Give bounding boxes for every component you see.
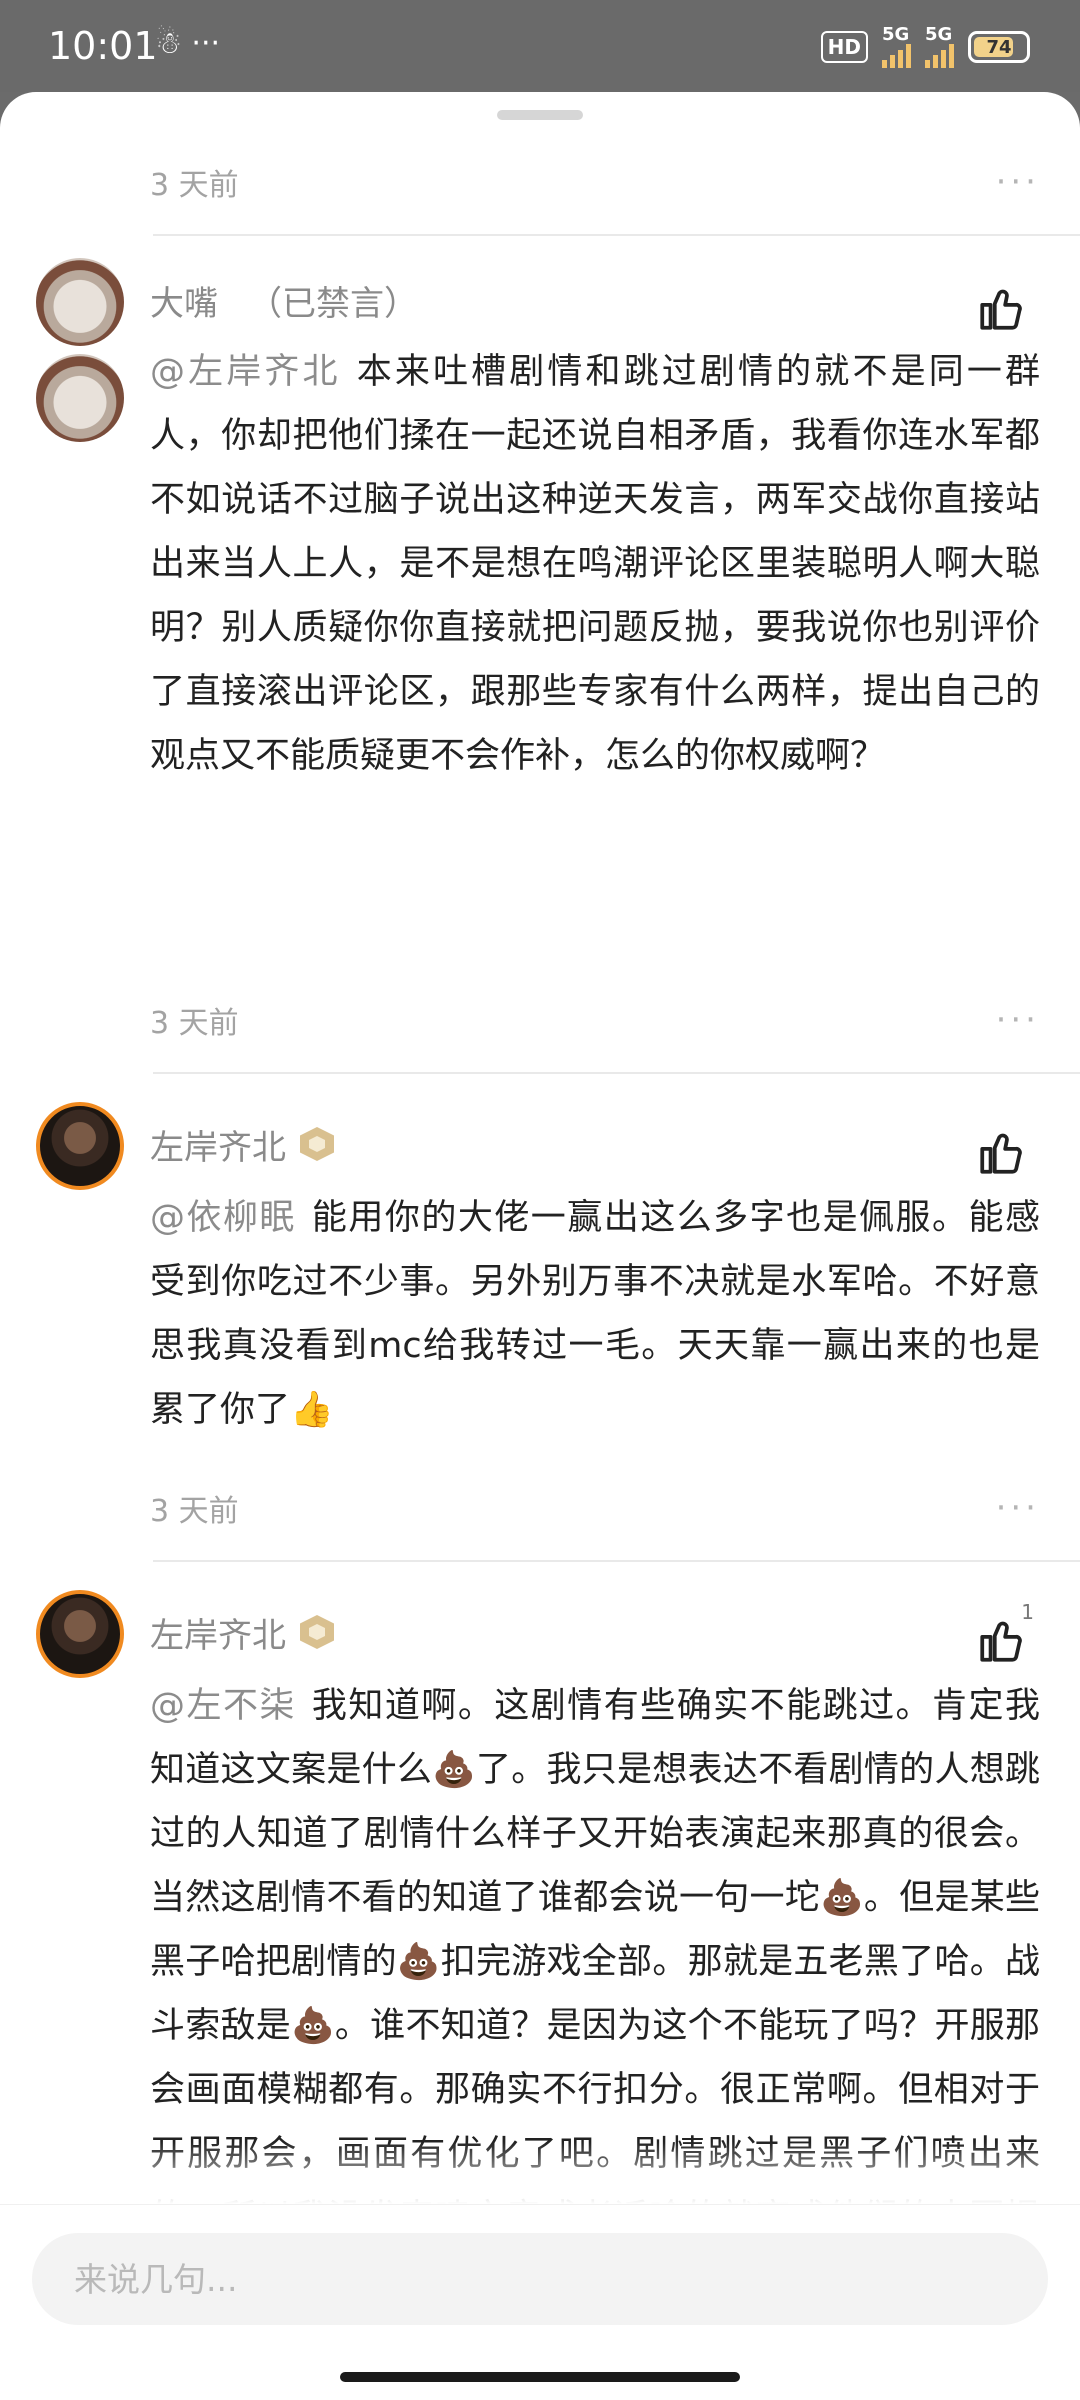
divider xyxy=(153,234,1080,236)
comment-header: 左岸齐北 xyxy=(150,1604,334,1660)
mention-link[interactable]: @依柳眠 xyxy=(150,1198,296,1238)
more-options-icon[interactable]: ··· xyxy=(996,1488,1040,1528)
comment-meta: 3 天前 ··· xyxy=(150,1478,1040,1538)
status-time: 10:01 xyxy=(48,24,158,68)
banned-status: （已禁言） xyxy=(248,283,418,324)
signal-icon-1: 5G xyxy=(882,26,911,68)
avatar[interactable]: ✦ xyxy=(36,1590,124,1678)
comment-body: @依柳眠 能用你的大佬一赢出这么多字也是佩服。能感受到你吃过不少事。另外别万事不决… xyxy=(150,1186,1040,1446)
home-indicator[interactable] xyxy=(340,2372,740,2382)
comments-sheet: 3 天前 ··· 大嘴 （已禁言） @左岸齐北 本来吐槽剧情和跳过剧情的就不是同一… xyxy=(0,92,1080,2400)
more-options-icon[interactable]: ··· xyxy=(996,1000,1040,1040)
level-badge-icon xyxy=(300,1615,334,1649)
comment-list[interactable]: 3 天前 ··· 大嘴 （已禁言） @左岸齐北 本来吐槽剧情和跳过剧情的就不是同一… xyxy=(0,92,1080,2204)
avatar[interactable] xyxy=(36,354,124,442)
comment-text: 我知道啊。这剧情有些确实不能跳过。肯定我知道这文案是什么💩了。我只是想表达不看剧… xyxy=(150,1686,1040,2204)
scroll-fade xyxy=(0,2142,1080,2204)
comment-input-bar xyxy=(0,2204,1080,2400)
notification-icons: ☃ ··· xyxy=(155,26,221,61)
avatar[interactable] xyxy=(36,258,124,346)
comment-header: 大嘴 （已禁言） xyxy=(150,272,418,328)
battery-level: 74 xyxy=(986,36,1012,58)
network-type-label: 5G xyxy=(882,24,910,45)
comment-input[interactable] xyxy=(32,2233,1048,2325)
thumbs-up-icon[interactable] xyxy=(976,1128,1026,1178)
status-right-group: HD 5G 5G 74 xyxy=(820,26,1030,68)
mention-link[interactable]: @左不柒 xyxy=(150,1686,296,1726)
hd-voice-icon: HD xyxy=(820,31,868,63)
comment-meta: 3 天前 ··· xyxy=(150,990,1040,1050)
battery-icon: 74 xyxy=(968,31,1030,63)
comment-text: 本来吐槽剧情和跳过剧情的就不是同一群人，你却把他们揉在一起还说自相矛盾，我看你连… xyxy=(150,352,1040,776)
comment-time: 3 天前 xyxy=(150,168,239,203)
like-count: 1 xyxy=(1021,1600,1034,1624)
mention-link[interactable]: @左岸齐北 xyxy=(150,352,341,392)
network-type-label: 5G xyxy=(925,24,953,45)
divider xyxy=(153,1560,1080,1562)
frame-decoration-icon: ✦ xyxy=(104,1102,124,1132)
thumbs-up-icon[interactable] xyxy=(976,284,1026,334)
comment-time: 3 天前 xyxy=(150,1494,239,1529)
frame-decoration-icon: ✦ xyxy=(104,1590,124,1620)
more-options-icon[interactable]: ··· xyxy=(996,162,1040,202)
comment-body: @左岸齐北 本来吐槽剧情和跳过剧情的就不是同一群人，你却把他们揉在一起还说自相矛盾… xyxy=(150,340,1040,940)
thumbs-up-icon[interactable] xyxy=(976,1616,1026,1666)
divider xyxy=(153,1072,1080,1074)
status-bar: 10:01 ☃ ··· HD 5G 5G 74 xyxy=(0,0,1080,92)
avatar[interactable]: ✦ xyxy=(36,1102,124,1190)
comment-meta: 3 天前 ··· xyxy=(150,152,1040,212)
comment-header: 左岸齐北 xyxy=(150,1116,334,1172)
comment-time: 3 天前 xyxy=(150,1006,239,1041)
signal-icon-2: 5G xyxy=(925,26,954,68)
username[interactable]: 左岸齐北 xyxy=(150,1608,286,1657)
level-badge-icon xyxy=(300,1127,334,1161)
username[interactable]: 大嘴 xyxy=(150,276,218,325)
comment-body: @左不柒 我知道啊。这剧情有些确实不能跳过。肯定我知道这文案是什么💩了。我只是想表… xyxy=(150,1674,1040,2204)
username[interactable]: 左岸齐北 xyxy=(150,1120,286,1169)
